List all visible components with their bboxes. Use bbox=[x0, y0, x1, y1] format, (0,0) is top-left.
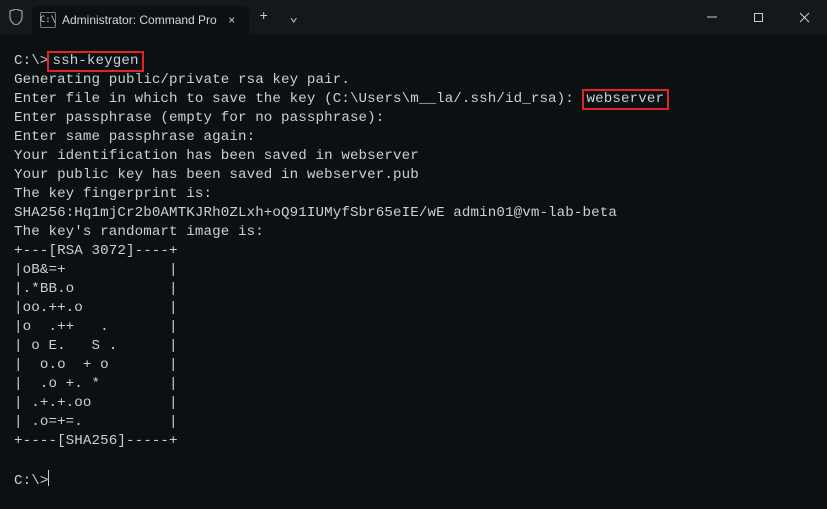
highlight-command: ssh-keygen bbox=[47, 51, 143, 72]
window-controls bbox=[689, 0, 827, 34]
titlebar: C:\ Administrator: Command Pro × + ⌄ bbox=[0, 0, 827, 34]
terminal-output[interactable]: C:\>ssh-keygen Generating public/private… bbox=[0, 34, 827, 509]
randomart-line: | .o +. * | bbox=[14, 376, 178, 392]
line-pub-saved: Your public key has been saved in webser… bbox=[14, 167, 419, 183]
terminal-window: C:\ Administrator: Command Pro × + ⌄ C:\… bbox=[0, 0, 827, 509]
randomart-line: +---[RSA 3072]----+ bbox=[14, 243, 178, 259]
line-id-saved: Your identification has been saved in we… bbox=[14, 148, 419, 164]
line-fingerprint: SHA256:Hq1mjCr2b0AMTKJRh0ZLxh+oQ91IUMyfS… bbox=[14, 205, 617, 221]
maximize-button[interactable] bbox=[735, 0, 781, 34]
randomart-line: |o .++ . | bbox=[14, 319, 178, 335]
prompt: C:\> bbox=[14, 473, 48, 489]
line-randomart-label: The key's randomart image is: bbox=[14, 224, 264, 240]
close-button[interactable] bbox=[781, 0, 827, 34]
minimize-button[interactable] bbox=[689, 0, 735, 34]
close-icon[interactable]: × bbox=[223, 11, 241, 29]
tab-title: Administrator: Command Pro bbox=[62, 13, 217, 27]
new-tab-button[interactable]: + bbox=[249, 0, 279, 34]
line-passphrase: Enter passphrase (empty for no passphras… bbox=[14, 110, 384, 126]
titlebar-left: C:\ Administrator: Command Pro × + ⌄ bbox=[0, 0, 309, 34]
randomart-line: |oB&=+ | bbox=[14, 262, 178, 278]
line-passphrase-again: Enter same passphrase again: bbox=[14, 129, 255, 145]
randomart-line: | o.o + o | bbox=[14, 357, 178, 373]
randomart-line: | .+.+.oo | bbox=[14, 395, 178, 411]
randomart-line: |oo.++.o | bbox=[14, 300, 178, 316]
highlight-keyname: webserver bbox=[582, 89, 670, 110]
line-generating: Generating public/private rsa key pair. bbox=[14, 72, 350, 88]
line-enter-file: Enter file in which to save the key (C:\… bbox=[14, 91, 583, 107]
tab-dropdown-button[interactable]: ⌄ bbox=[279, 0, 309, 34]
prompt: C:\> bbox=[14, 53, 48, 69]
cmd-icon: C:\ bbox=[40, 12, 56, 28]
randomart-line: +----[SHA256]-----+ bbox=[14, 433, 178, 449]
cursor-icon bbox=[48, 470, 49, 486]
randomart-line: | o E. S . | bbox=[14, 338, 178, 354]
shield-icon bbox=[0, 0, 32, 34]
randomart-line: | .o=+=. | bbox=[14, 414, 178, 430]
randomart-line: |.*BB.o | bbox=[14, 281, 178, 297]
tab-command-prompt[interactable]: C:\ Administrator: Command Pro × bbox=[32, 6, 249, 34]
line-fingerprint-label: The key fingerprint is: bbox=[14, 186, 212, 202]
